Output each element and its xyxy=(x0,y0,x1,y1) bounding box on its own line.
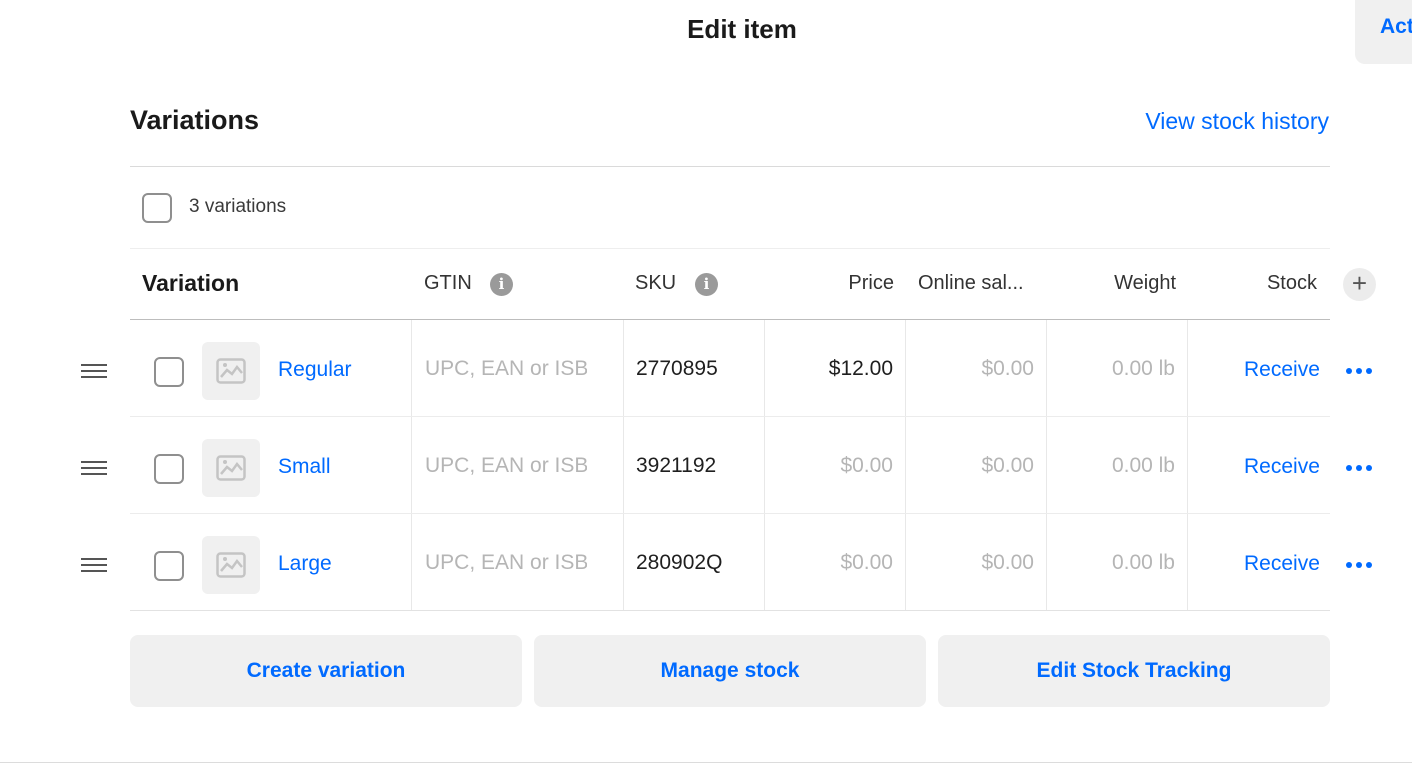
header-top-divider xyxy=(130,248,1330,249)
column-header-weight: Weight xyxy=(1114,272,1176,294)
online-price-cell[interactable]: $0.00 xyxy=(905,417,1047,514)
gtin-cell[interactable]: UPC, EAN or ISBN xyxy=(411,514,624,611)
online-price-input[interactable]: $0.00 xyxy=(981,551,1034,575)
gtin-info-icon[interactable]: i xyxy=(490,273,513,296)
edit-item-page: Edit item Act Variations View stock hist… xyxy=(0,0,1412,764)
column-header-variation: Variation xyxy=(142,270,240,296)
variation-name-link[interactable]: Small xyxy=(278,455,331,479)
gtin-input[interactable]: UPC, EAN or ISBN xyxy=(425,551,587,575)
image-placeholder-icon xyxy=(216,552,246,578)
column-header-online-sale: Online sal... xyxy=(918,272,1024,294)
receive-stock-link[interactable]: Receive xyxy=(1244,552,1320,576)
weight-cell[interactable]: 0.00 lb xyxy=(1046,320,1188,417)
row-checkbox[interactable] xyxy=(154,357,184,387)
section-divider xyxy=(130,166,1330,167)
price-input[interactable]: $0.00 xyxy=(840,551,893,575)
online-price-input[interactable]: $0.00 xyxy=(981,454,1034,478)
more-options-icon[interactable] xyxy=(1346,366,1374,376)
image-placeholder-icon xyxy=(216,455,246,481)
sku-input[interactable]: 3921192 xyxy=(636,454,716,478)
weight-input[interactable]: 0.00 lb xyxy=(1112,357,1175,381)
row-checkbox[interactable] xyxy=(154,454,184,484)
variation-image[interactable] xyxy=(202,342,260,400)
page-bottom-divider xyxy=(0,762,1412,763)
gtin-input[interactable]: UPC, EAN or ISBN xyxy=(425,357,587,381)
variations-count: 3 variations xyxy=(189,196,287,217)
receive-stock-link[interactable]: Receive xyxy=(1244,358,1320,382)
actions-button[interactable]: Act xyxy=(1355,0,1412,64)
variation-name-link[interactable]: Regular xyxy=(278,358,352,382)
price-input[interactable]: $12.00 xyxy=(829,357,893,381)
weight-cell[interactable]: 0.00 lb xyxy=(1046,417,1188,514)
add-column-button[interactable]: + xyxy=(1343,268,1376,301)
row-checkbox[interactable] xyxy=(154,551,184,581)
more-options-icon[interactable] xyxy=(1346,560,1374,570)
section-title: Variations xyxy=(130,105,260,135)
create-variation-button[interactable]: Create variation xyxy=(130,635,522,707)
weight-cell[interactable]: 0.00 lb xyxy=(1046,514,1188,611)
drag-handle-icon[interactable] xyxy=(81,364,107,378)
sku-input[interactable]: 2770895 xyxy=(636,357,718,381)
gtin-cell[interactable]: UPC, EAN or ISBN xyxy=(411,417,624,514)
receive-stock-link[interactable]: Receive xyxy=(1244,455,1320,479)
table-row: Large UPC, EAN or ISBN 280902Q $0.00 $0.… xyxy=(0,514,1412,611)
price-cell[interactable]: $12.00 xyxy=(764,320,906,417)
variation-image[interactable] xyxy=(202,536,260,594)
stock-cell-divider xyxy=(1187,417,1188,514)
image-placeholder-icon xyxy=(216,358,246,384)
gtin-input[interactable]: UPC, EAN or ISBN xyxy=(425,454,587,478)
price-cell[interactable]: $0.00 xyxy=(764,417,906,514)
table-bottom-divider xyxy=(130,610,1330,611)
price-input[interactable]: $0.00 xyxy=(840,454,893,478)
table-row: Regular UPC, EAN or ISBN 2770895 $12.00 … xyxy=(0,320,1412,417)
weight-input[interactable]: 0.00 lb xyxy=(1112,454,1175,478)
view-stock-history-link[interactable]: View stock history xyxy=(1145,108,1329,135)
column-header-gtin: GTIN xyxy=(424,272,472,294)
sku-info-icon[interactable]: i xyxy=(695,273,718,296)
online-price-cell[interactable]: $0.00 xyxy=(905,320,1047,417)
price-cell[interactable]: $0.00 xyxy=(764,514,906,611)
column-header-price: Price xyxy=(848,272,894,294)
plus-icon: + xyxy=(1351,268,1368,298)
column-header-stock: Stock xyxy=(1266,272,1317,294)
weight-input[interactable]: 0.00 lb xyxy=(1112,551,1175,575)
manage-stock-button[interactable]: Manage stock xyxy=(534,635,926,707)
sku-input[interactable]: 280902Q xyxy=(636,551,722,575)
sku-cell[interactable]: 2770895 xyxy=(623,320,765,417)
column-header-sku: SKU xyxy=(635,272,677,294)
variation-name-link[interactable]: Large xyxy=(278,552,332,576)
edit-stock-tracking-button[interactable]: Edit Stock Tracking xyxy=(938,635,1330,707)
page-title: Edit item xyxy=(687,14,797,44)
online-price-input[interactable]: $0.00 xyxy=(981,357,1034,381)
gtin-cell[interactable]: UPC, EAN or ISBN xyxy=(411,320,624,417)
drag-handle-icon[interactable] xyxy=(81,461,107,475)
table-row: Small UPC, EAN or ISBN 3921192 $0.00 $0.… xyxy=(0,417,1412,514)
select-all-checkbox[interactable] xyxy=(142,193,172,223)
sku-cell[interactable]: 280902Q xyxy=(623,514,765,611)
online-price-cell[interactable]: $0.00 xyxy=(905,514,1047,611)
stock-cell-divider xyxy=(1187,320,1188,417)
drag-handle-icon[interactable] xyxy=(81,558,107,572)
stock-cell-divider xyxy=(1187,514,1188,611)
variation-image[interactable] xyxy=(202,439,260,497)
sku-cell[interactable]: 3921192 xyxy=(623,417,765,514)
more-options-icon[interactable] xyxy=(1346,463,1374,473)
